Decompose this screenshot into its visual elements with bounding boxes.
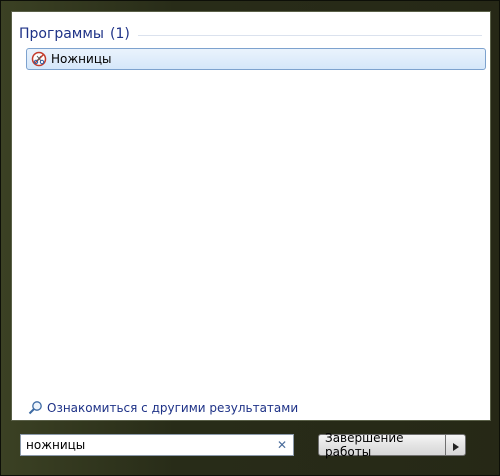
search-input[interactable] [26,438,266,452]
group-divider [137,34,482,36]
shutdown-button[interactable]: Завершение работы [318,431,446,459]
results-group-count: (1) [109,26,130,42]
results-group-header: Программы (1) [19,24,482,44]
shutdown-options-button[interactable] [446,434,466,456]
snipping-tool-icon [31,51,47,67]
result-item-snipping-tool[interactable]: Ножницы [26,48,486,70]
start-menu-frame: Программы (1) Ножницы Ознакомиться с дру… [0,0,500,476]
search-box[interactable]: ✕ [20,434,294,456]
arrow-right-icon [452,436,459,455]
see-more-results-label: Ознакомиться с другими результатами [47,400,299,415]
shutdown-controls: Завершение работы [318,431,466,459]
results-group-title: Программы [19,26,104,42]
search-results-panel: Программы (1) Ножницы Ознакомиться с дру… [11,11,491,421]
search-icon [28,400,43,415]
clear-icon[interactable]: ✕ [277,438,287,452]
see-more-results-link[interactable]: Ознакомиться с другими результатами [28,400,298,415]
result-item-label: Ножницы [51,52,112,66]
